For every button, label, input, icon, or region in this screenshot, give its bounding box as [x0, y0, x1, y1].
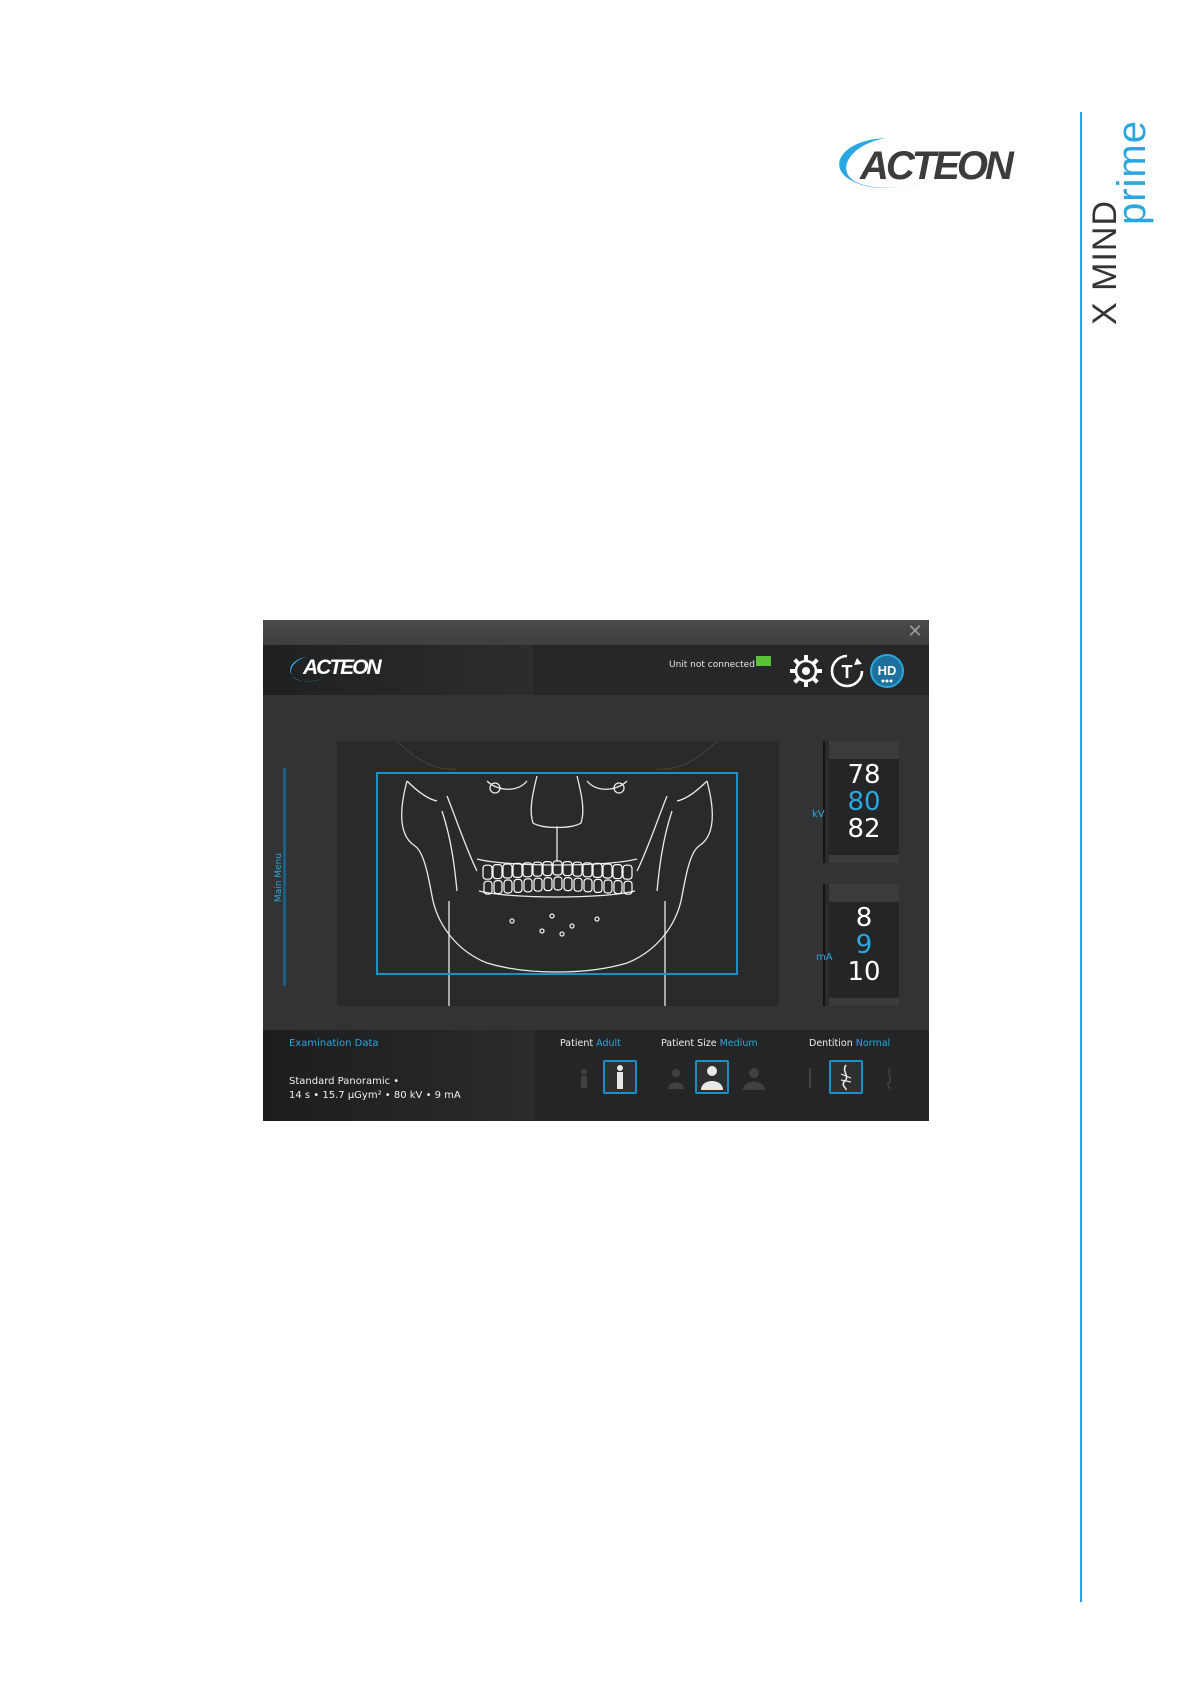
medium-size-button[interactable]	[695, 1060, 729, 1094]
app-header: ACTEON Unit not connected T HD	[263, 645, 929, 695]
patient-size-option-label: Patient Size Medium	[661, 1038, 758, 1049]
header-logo-text: ACTEON	[303, 656, 382, 679]
exam-parameters: 14 s • 15.7 µGym² • 80 kV • 9 mA	[289, 1090, 461, 1101]
kv-value-higher[interactable]: 82	[829, 815, 899, 843]
close-icon[interactable]: ✕	[905, 622, 925, 642]
tooth-profile-icon	[840, 1064, 852, 1091]
svg-text:T: T	[842, 662, 853, 682]
child-icon[interactable]	[573, 1066, 595, 1090]
acteon-brand-logo: ACTEON	[826, 130, 1026, 204]
dentition-option-label: Dentition Normal	[809, 1038, 891, 1049]
header-logo: ACTEON	[263, 645, 533, 695]
exam-program: Standard Panoramic •	[289, 1076, 400, 1087]
app-footer: Examination Data Standard Panoramic • 14…	[263, 1030, 929, 1121]
dentition-option-value: Normal	[855, 1038, 891, 1049]
connection-led	[756, 656, 771, 666]
kv-value-selected[interactable]: 80	[829, 788, 899, 816]
hd-icon[interactable]: HD	[869, 653, 905, 689]
kv-unit-label: kV	[812, 809, 825, 820]
normal-dentition-button[interactable]	[829, 1060, 863, 1094]
patient-option-value: Adult	[596, 1038, 621, 1049]
examination-data-panel: Examination Data Standard Panoramic • 14…	[263, 1030, 535, 1121]
edentulous-icon[interactable]	[799, 1066, 821, 1090]
ma-unit-label: mA	[816, 952, 833, 963]
app-window-screenshot: ✕ ACTEON Unit not connected T HD Main Me…	[263, 620, 929, 1121]
scan-area-frame[interactable]	[376, 772, 738, 975]
patient-size-option-value: Medium	[719, 1038, 758, 1049]
kv-value-lower[interactable]: 78	[829, 761, 899, 789]
ma-dial[interactable]: 8 9 10	[823, 884, 899, 1006]
main-menu-label[interactable]: Main Menu	[274, 853, 284, 902]
ma-value-lower[interactable]: 8	[829, 904, 899, 932]
connection-status: Unit not connected	[669, 660, 755, 670]
overbite-icon[interactable]	[879, 1066, 901, 1090]
svg-text:HD: HD	[878, 663, 897, 678]
small-size-icon[interactable]	[665, 1066, 687, 1090]
ma-value-higher[interactable]: 10	[829, 958, 899, 986]
exam-data-title: Examination Data	[289, 1038, 379, 1049]
adult-icon	[617, 1065, 623, 1089]
patient-option-label: Patient Adult	[560, 1038, 621, 1049]
gear-icon[interactable]	[788, 653, 824, 689]
brand-logo-text: ACTEON	[860, 144, 1014, 188]
side-rule	[1080, 112, 1082, 1602]
ma-value-selected[interactable]: 9	[829, 931, 899, 959]
kv-dial[interactable]: 78 80 82	[823, 741, 899, 863]
large-size-icon[interactable]	[743, 1066, 765, 1090]
timer-reset-icon[interactable]: T	[829, 653, 865, 689]
medium-size-icon	[701, 1066, 723, 1090]
xray-preview	[337, 741, 779, 1006]
product-name-prime: prime	[1110, 120, 1154, 226]
adult-button[interactable]	[603, 1060, 637, 1094]
window-titlebar: ✕	[263, 620, 929, 645]
